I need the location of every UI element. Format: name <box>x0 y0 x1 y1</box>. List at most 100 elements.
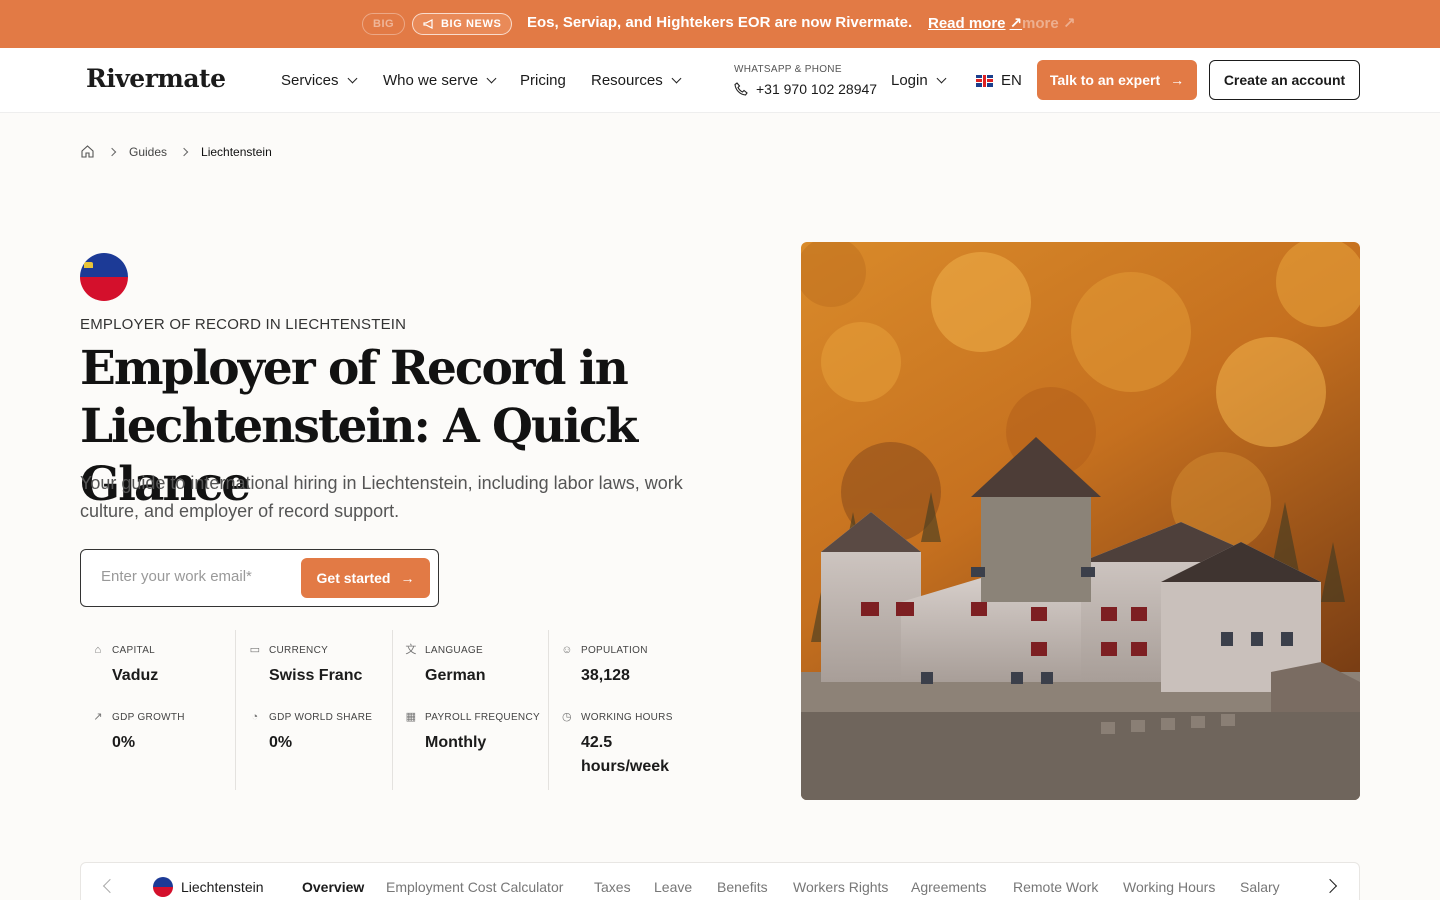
read-more-link[interactable]: Read more ↗ <box>928 14 1023 33</box>
chevron-right-icon <box>179 147 189 156</box>
chevron-right-icon[interactable] <box>1322 878 1338 894</box>
stat-currency: ▭ CURRENCY Swiss Franc <box>249 644 379 688</box>
read-more-label: Read more <box>928 14 1006 32</box>
stat-value: 42.5 hours/week <box>581 734 670 775</box>
language-selector[interactable]: EN <box>976 72 1022 89</box>
nav-who-we-serve[interactable]: Who we serve <box>383 72 497 89</box>
phone-number: +31 970 102 28947 <box>756 81 878 97</box>
stats-column: ▭ CURRENCY Swiss Franc ◔ GDP WORLD SHARE 0… <box>237 630 393 790</box>
email-input[interactable] <box>101 568 281 585</box>
nav-resources[interactable]: Resources <box>591 72 682 89</box>
stat-working-hours: ◷ WORKING HOURS 42.5 hours/week <box>561 711 691 779</box>
stat-value: Swiss Franc <box>269 667 363 684</box>
email-signup-form: Get started → <box>80 549 439 607</box>
get-started-button[interactable]: Get started → <box>301 558 430 598</box>
money-icon: ▭ <box>249 644 261 656</box>
stats-column: ⌂ CAPITAL Vaduz ↗ GDP GROWTH 0% <box>80 630 236 790</box>
chevron-right-icon <box>107 147 117 156</box>
phone-link[interactable]: +31 970 102 28947 <box>734 81 877 97</box>
stat-gdp-share: ◔ GDP WORLD SHARE 0% <box>249 711 379 755</box>
get-started-label: Get started <box>316 570 391 586</box>
tab-benefits[interactable]: Benefits <box>717 879 768 895</box>
stat-payroll: ▦ PAYROLL FREQUENCY Monthly <box>405 711 540 755</box>
stat-label: GDP GROWTH <box>112 711 185 723</box>
chevron-down-icon <box>936 73 947 84</box>
language-label: EN <box>1001 72 1022 89</box>
hero-subtitle: Your guide to international hiring in Li… <box>80 473 683 521</box>
login-dropdown[interactable]: Login <box>891 72 947 89</box>
nav-pricing[interactable]: Pricing <box>520 72 566 89</box>
people-icon: ☺ <box>561 644 573 656</box>
translate-icon: 文 <box>405 644 417 656</box>
tab-agreements[interactable]: Agreements <box>911 879 986 895</box>
chevron-left-icon[interactable] <box>102 878 118 894</box>
nav-services[interactable]: Services <box>281 72 357 89</box>
stat-label: CAPITAL <box>112 644 156 656</box>
stat-population: ☺ POPULATION 38,128 <box>561 644 691 688</box>
talk-to-expert-label: Talk to an expert <box>1049 72 1161 88</box>
castle-photo <box>801 242 1360 800</box>
nav-who-we-serve-label: Who we serve <box>383 72 479 89</box>
tab-remote-work[interactable]: Remote Work <box>1013 879 1098 895</box>
tab-leave[interactable]: Leave <box>654 879 692 895</box>
home-icon[interactable] <box>80 144 95 159</box>
talk-to-expert-button[interactable]: Talk to an expert → <box>1037 60 1197 100</box>
stat-label: LANGUAGE <box>425 644 483 656</box>
stat-gdp-growth: ↗ GDP GROWTH 0% <box>92 711 222 755</box>
announcement-text: Eos, Serviap, and Hightekers EOR are now… <box>527 14 913 31</box>
stat-value: 38,128 <box>581 667 630 684</box>
stat-language: 文 LANGUAGE German <box>405 644 535 688</box>
country-selector[interactable]: Liechtenstein <box>153 877 264 897</box>
arrow-up-right-icon: ↗ <box>1009 15 1023 32</box>
stat-value: German <box>425 667 486 684</box>
stats-column: 文 LANGUAGE German ▦ PAYROLL FREQUENCY Mont… <box>393 630 549 790</box>
nav-pricing-label: Pricing <box>520 72 566 89</box>
hero-eyebrow: EMPLOYER OF RECORD IN LIECHTENSTEIN <box>80 316 407 333</box>
site-header: Rivermate Services Who we serve Pricing … <box>0 48 1440 113</box>
guide-tabs-bar: Liechtenstein Overview Employment Cost C… <box>80 862 1360 900</box>
megaphone-icon <box>423 19 433 29</box>
stats-column: ☺ POPULATION 38,128 ◷ WORKING HOURS 42.5 h… <box>549 630 705 790</box>
ghost-link-label: more <box>1022 15 1059 32</box>
liechtenstein-flag-icon <box>153 877 173 897</box>
bank-icon: ⌂ <box>94 644 102 656</box>
phone-label: WHATSAPP & PHONE <box>734 64 842 75</box>
create-account-label: Create an account <box>1223 72 1346 88</box>
breadcrumb-guides[interactable]: Guides <box>129 145 167 159</box>
trend-up-icon: ↗ <box>93 711 103 723</box>
stat-value: 0% <box>269 734 293 751</box>
clock-icon: ◷ <box>562 711 572 723</box>
phone-icon <box>734 82 748 96</box>
pie-icon: ◔ <box>251 711 259 723</box>
news-badge: BIG NEWS <box>412 13 513 35</box>
stat-capital: ⌂ CAPITAL Vaduz <box>92 644 222 688</box>
tab-salary[interactable]: Salary <box>1240 879 1280 895</box>
stat-value: Monthly <box>425 734 487 751</box>
chevron-down-icon <box>347 73 357 84</box>
breadcrumb-current: Liechtenstein <box>201 144 272 159</box>
chevron-down-icon <box>671 73 682 84</box>
create-account-button[interactable]: Create an account <box>1209 60 1360 100</box>
stat-label: WORKING HOURS <box>581 711 673 723</box>
calendar-icon: ▦ <box>405 711 417 723</box>
logo[interactable]: Rivermate <box>86 64 226 93</box>
nav-services-label: Services <box>281 72 339 89</box>
stat-value: 0% <box>112 734 136 751</box>
ghost-badge: BIG <box>362 13 406 35</box>
country-label: Liechtenstein <box>181 879 264 895</box>
announcement-bar: BIG BIG NEWS Eos, Serviap, and Highteker… <box>0 0 1440 48</box>
liechtenstein-flag-icon <box>80 253 128 301</box>
arrow-right-icon: → <box>400 570 415 586</box>
tab-taxes[interactable]: Taxes <box>594 879 631 895</box>
stat-label: CURRENCY <box>269 644 329 656</box>
tab-working-hours[interactable]: Working Hours <box>1123 879 1215 895</box>
tab-employment-cost-calculator[interactable]: Employment Cost Calculator <box>386 879 563 895</box>
ghost-link: more ↗ <box>1022 15 1076 32</box>
stat-label: GDP WORLD SHARE <box>269 711 373 723</box>
tab-workers-rights[interactable]: Workers Rights <box>793 879 888 895</box>
arrow-right-icon: → <box>1170 72 1185 88</box>
uk-flag-icon <box>976 74 993 87</box>
chevron-down-icon <box>486 73 497 84</box>
tab-overview[interactable]: Overview <box>302 879 364 895</box>
stat-label: POPULATION <box>581 644 648 656</box>
